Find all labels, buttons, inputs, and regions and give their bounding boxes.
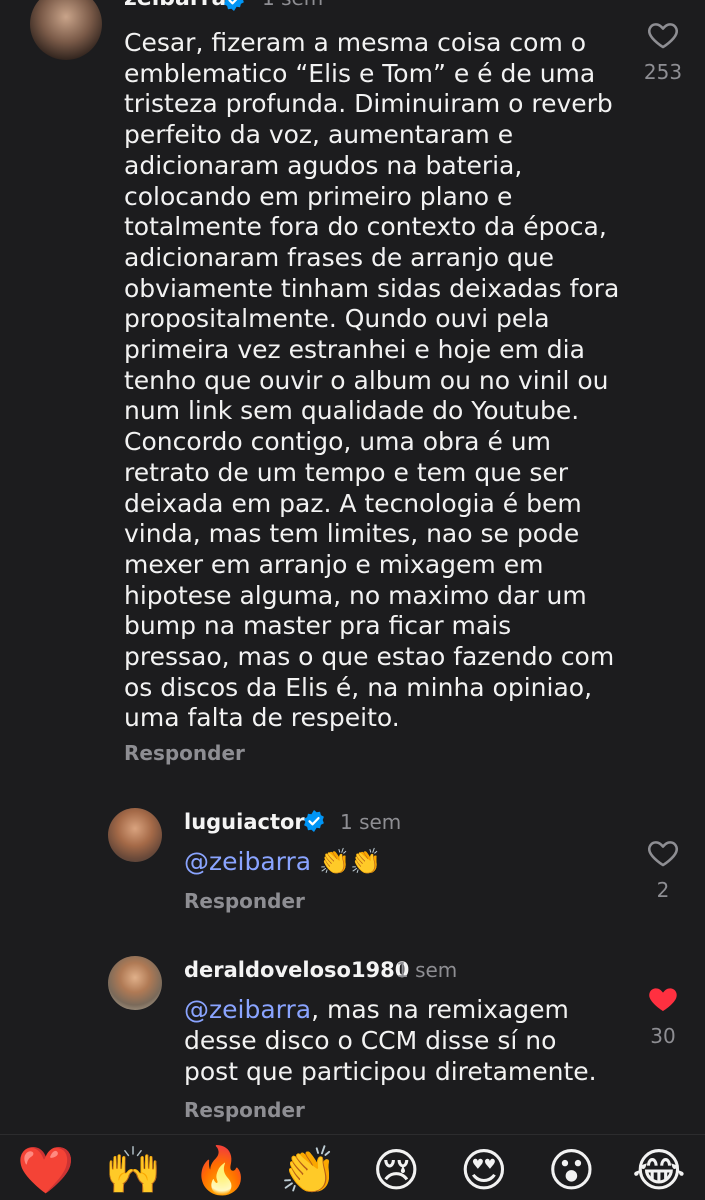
username-zeibarra[interactable]: zeibarra bbox=[124, 0, 226, 11]
comment-text-body: 👏👏 bbox=[311, 847, 382, 876]
avatar-luguiactor[interactable] bbox=[108, 808, 162, 862]
mention-link[interactable]: @zeibarra bbox=[184, 847, 311, 876]
reaction-raised-hands[interactable]: 🙌 bbox=[98, 1143, 170, 1198]
reaction-wow[interactable]: 😮 bbox=[535, 1143, 607, 1197]
verified-badge-icon bbox=[224, 0, 244, 11]
comment-text: @zeibarra, mas na remixagem desse disco … bbox=[184, 994, 624, 1087]
reaction-bar: ❤️ 🙌 🔥 👏 😢 😍 😮 😂 bbox=[0, 1140, 705, 1200]
reaction-crying[interactable]: 😢 bbox=[360, 1143, 432, 1197]
comment-time: 1 sem bbox=[396, 958, 458, 982]
avatar-deraldoveloso1980[interactable] bbox=[108, 956, 162, 1010]
reply-button[interactable]: Responder bbox=[124, 741, 245, 765]
comment-time: 1 sem bbox=[262, 0, 323, 10]
avatar-zeibarra[interactable] bbox=[30, 0, 102, 60]
reaction-laughing[interactable]: 😂 bbox=[623, 1143, 695, 1197]
like-count: 253 bbox=[643, 60, 683, 84]
reaction-heart[interactable]: ❤️ bbox=[10, 1143, 82, 1198]
username-deraldoveloso1980[interactable]: deraldoveloso1980 bbox=[184, 958, 409, 982]
heart-icon[interactable] bbox=[646, 18, 680, 52]
heart-icon[interactable] bbox=[646, 836, 680, 870]
like-count: 2 bbox=[656, 878, 670, 902]
reply-button[interactable]: Responder bbox=[184, 889, 305, 913]
reaction-clap[interactable]: 👏 bbox=[273, 1143, 345, 1198]
comment-text: @zeibarra 👏👏 bbox=[184, 846, 624, 877]
verified-badge-icon bbox=[304, 810, 324, 832]
heart-filled-icon[interactable] bbox=[646, 982, 680, 1016]
reaction-heart-eyes[interactable]: 😍 bbox=[448, 1143, 520, 1197]
username-luguiactor[interactable]: luguiactor bbox=[184, 810, 305, 834]
divider bbox=[0, 1134, 705, 1135]
comment-text: Cesar, fizeram a mesma coisa com o emble… bbox=[124, 28, 620, 733]
comment-time: 1 sem bbox=[340, 810, 402, 834]
mention-link[interactable]: @zeibarra bbox=[184, 995, 311, 1024]
like-count: 30 bbox=[650, 1024, 676, 1048]
reply-button[interactable]: Responder bbox=[184, 1098, 305, 1122]
reaction-fire[interactable]: 🔥 bbox=[185, 1143, 257, 1198]
